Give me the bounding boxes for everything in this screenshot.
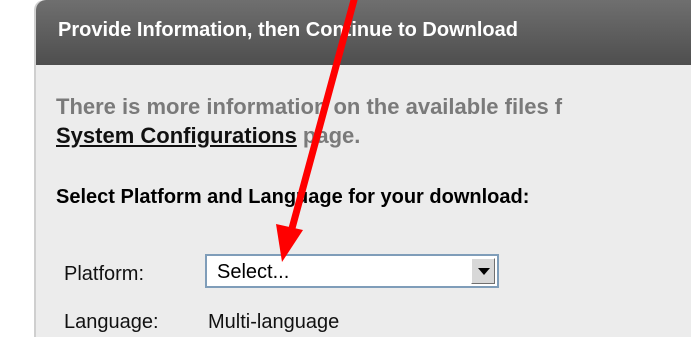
language-value: Multi-language bbox=[208, 311, 340, 333]
intro-line-2: System Configurations page. bbox=[56, 121, 562, 150]
intro-line-1: There is more information on the availab… bbox=[56, 94, 563, 119]
intro-text: There is more information on the availab… bbox=[56, 92, 562, 150]
system-configurations-link[interactable]: System Configurations bbox=[56, 123, 297, 148]
language-label: Language: bbox=[64, 311, 159, 333]
chevron-down-icon bbox=[478, 268, 490, 275]
selection-heading: Select Platform and Language for your do… bbox=[56, 186, 530, 208]
platform-label: Platform: bbox=[64, 263, 145, 285]
panel-title: Provide Information, then Continue to Do… bbox=[36, 0, 691, 65]
platform-select[interactable]: Select... bbox=[205, 254, 499, 288]
intro-line-2-suffix: page. bbox=[296, 123, 361, 148]
platform-select-value: Select... bbox=[217, 261, 290, 283]
dropdown-button[interactable] bbox=[471, 258, 495, 284]
